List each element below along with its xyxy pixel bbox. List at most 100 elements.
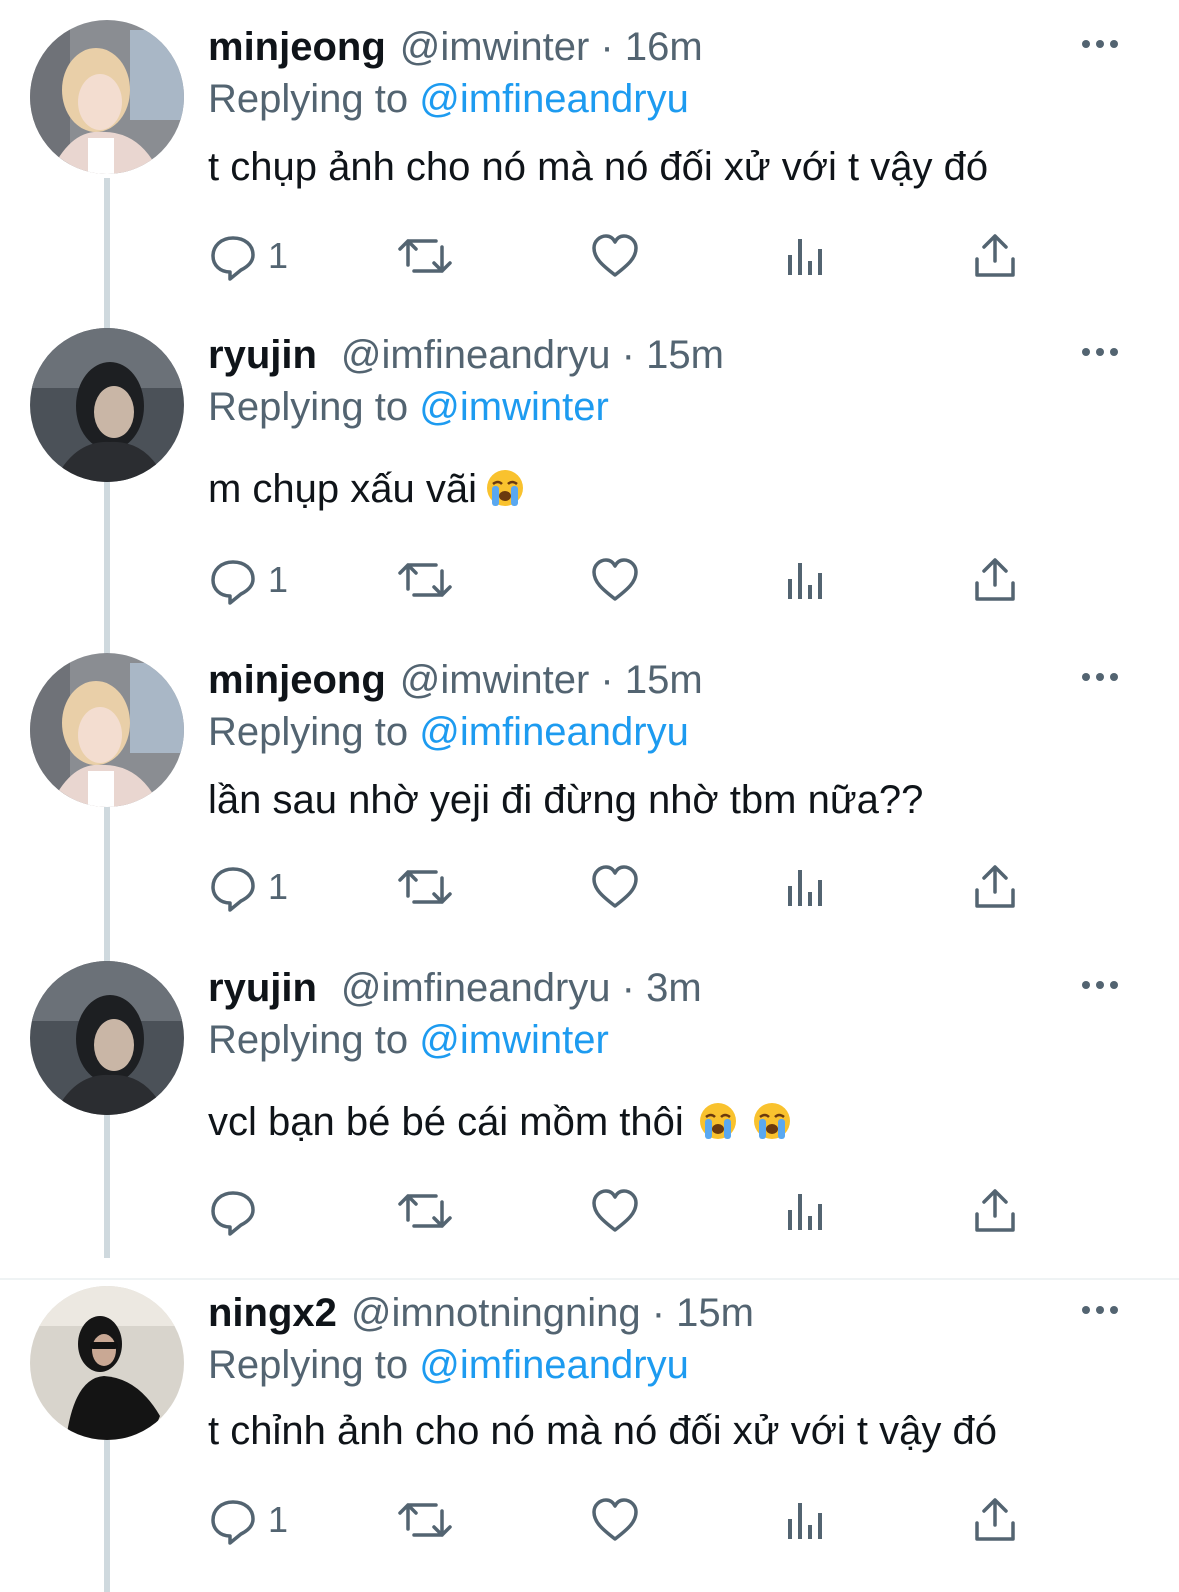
- tweet-header: minjeong @imwinter · 16m: [208, 22, 703, 72]
- timestamp[interactable]: · 15m: [622, 333, 724, 377]
- handle[interactable]: @imfineandryu: [341, 333, 611, 377]
- share-button[interactable]: [972, 226, 1018, 286]
- like-button[interactable]: [590, 550, 640, 610]
- views-button[interactable]: [782, 857, 828, 917]
- reply-count: 1: [268, 1499, 289, 1540]
- avatar[interactable]: [30, 328, 184, 482]
- tweet-text: m chụp xấu vãi: [208, 464, 525, 514]
- timestamp[interactable]: · 15m: [652, 1291, 754, 1335]
- loudly-crying-face-emoji: [485, 468, 525, 508]
- reply-button[interactable]: 1: [208, 550, 288, 610]
- tweet-text: vcl bạn bé bé cái mồm thôi: [208, 1097, 792, 1147]
- retweet-button[interactable]: [398, 550, 452, 610]
- reply-icon: [208, 555, 258, 605]
- retweet-button[interactable]: [398, 1181, 452, 1241]
- tweet-text: t chỉnh ảnh cho nó mà nó đối xử với t vậ…: [208, 1406, 997, 1456]
- avatar[interactable]: [30, 20, 184, 174]
- tweet-header: ningx2 @imnotningning · 15m: [208, 1288, 754, 1338]
- retweet-button[interactable]: [398, 857, 452, 917]
- reply-button[interactable]: 1: [208, 226, 288, 286]
- tweet[interactable]: minjeong @imwinter · 16m Replying to @imf…: [0, 0, 1179, 310]
- avatar[interactable]: [30, 1286, 184, 1440]
- reply-count: 1: [268, 235, 289, 276]
- views-button[interactable]: [782, 226, 828, 286]
- heart-icon: [590, 862, 640, 912]
- replying-label: Replying to: [208, 1018, 409, 1062]
- timestamp[interactable]: · 15m: [600, 658, 702, 702]
- heart-icon: [590, 231, 640, 281]
- handle[interactable]: @imwinter: [400, 658, 590, 702]
- timestamp[interactable]: · 16m: [600, 25, 702, 69]
- reply-button[interactable]: 1: [208, 857, 288, 917]
- handle[interactable]: @imnotningning: [351, 1291, 641, 1335]
- reply-count: 1: [268, 559, 289, 600]
- avatar[interactable]: [30, 961, 184, 1115]
- share-icon: [972, 1186, 1018, 1236]
- replying-to: Replying to @imfineandryu: [208, 707, 689, 757]
- replying-to: Replying to @imfineandryu: [208, 1340, 689, 1390]
- tweet-header: minjeong @imwinter · 15m: [208, 655, 703, 705]
- handle[interactable]: @imwinter: [400, 25, 590, 69]
- tweet[interactable]: ryujin @imfineandryu · 15m Replying to @i…: [0, 308, 1179, 632]
- more-icon[interactable]: [1080, 1300, 1120, 1320]
- tweet-text-content: m chụp xấu vãi: [208, 467, 478, 511]
- reply-icon: [208, 1186, 258, 1236]
- timestamp[interactable]: · 3m: [622, 966, 702, 1010]
- share-icon: [972, 862, 1018, 912]
- retweet-button[interactable]: [398, 1490, 452, 1550]
- heart-icon: [590, 1186, 640, 1236]
- replying-to: Replying to @imfineandryu: [208, 74, 689, 124]
- reply-button[interactable]: [208, 1181, 268, 1241]
- tweet-text-content: t chụp ảnh cho nó mà nó đối xử với t vậy…: [208, 145, 989, 189]
- share-button[interactable]: [972, 857, 1018, 917]
- mention-link[interactable]: @imfineandryu: [419, 77, 689, 121]
- more-icon[interactable]: [1080, 342, 1120, 362]
- views-button[interactable]: [782, 1181, 828, 1241]
- tweet-text: lần sau nhờ yeji đi đừng nhờ tbm nữa??: [208, 775, 923, 825]
- loudly-crying-face-emoji: [698, 1101, 738, 1141]
- display-name[interactable]: minjeong: [208, 25, 386, 69]
- like-button[interactable]: [590, 1181, 640, 1241]
- share-button[interactable]: [972, 1181, 1018, 1241]
- views-button[interactable]: [782, 550, 828, 610]
- heart-icon: [590, 555, 640, 605]
- tweet-header: ryujin @imfineandryu · 15m: [208, 330, 724, 380]
- share-button[interactable]: [972, 1490, 1018, 1550]
- share-button[interactable]: [972, 550, 1018, 610]
- action-bar: 1: [0, 1490, 1179, 1550]
- more-icon[interactable]: [1080, 34, 1120, 54]
- tweet-header: ryujin @imfineandryu · 3m: [208, 963, 702, 1013]
- like-button[interactable]: [590, 226, 640, 286]
- share-icon: [972, 555, 1018, 605]
- replying-label: Replying to: [208, 710, 409, 754]
- more-icon[interactable]: [1080, 667, 1120, 687]
- analytics-icon: [782, 862, 828, 912]
- tweet[interactable]: minjeong @imwinter · 15m Replying to @imf…: [0, 633, 1179, 943]
- reply-button[interactable]: 1: [208, 1490, 288, 1550]
- like-button[interactable]: [590, 1490, 640, 1550]
- avatar[interactable]: [30, 653, 184, 807]
- replying-to: Replying to @imwinter: [208, 1015, 609, 1065]
- mention-link[interactable]: @imfineandryu: [419, 710, 689, 754]
- mention-link[interactable]: @imfineandryu: [419, 1343, 689, 1387]
- more-icon[interactable]: [1080, 975, 1120, 995]
- views-button[interactable]: [782, 1490, 828, 1550]
- display-name[interactable]: ryujin: [208, 333, 317, 377]
- like-button[interactable]: [590, 857, 640, 917]
- retweet-button[interactable]: [398, 226, 452, 286]
- display-name[interactable]: ryujin: [208, 966, 317, 1010]
- mention-link[interactable]: @imwinter: [419, 1018, 609, 1062]
- tweet-text-content: t chỉnh ảnh cho nó mà nó đối xử với t vậ…: [208, 1409, 998, 1453]
- tweet[interactable]: ningx2 @imnotningning · 15m Replying to @…: [0, 1266, 1179, 1592]
- tweet[interactable]: ryujin @imfineandryu · 3m Replying to @im…: [0, 941, 1179, 1259]
- display-name[interactable]: minjeong: [208, 658, 386, 702]
- heart-icon: [590, 1495, 640, 1545]
- action-bar: 1: [0, 226, 1179, 286]
- mention-link[interactable]: @imwinter: [419, 385, 609, 429]
- handle[interactable]: @imfineandryu: [341, 966, 611, 1010]
- action-bar: 1: [0, 857, 1179, 917]
- retweet-icon: [398, 862, 452, 912]
- display-name[interactable]: ningx2: [208, 1291, 337, 1335]
- reply-icon: [208, 231, 258, 281]
- analytics-icon: [782, 1186, 828, 1236]
